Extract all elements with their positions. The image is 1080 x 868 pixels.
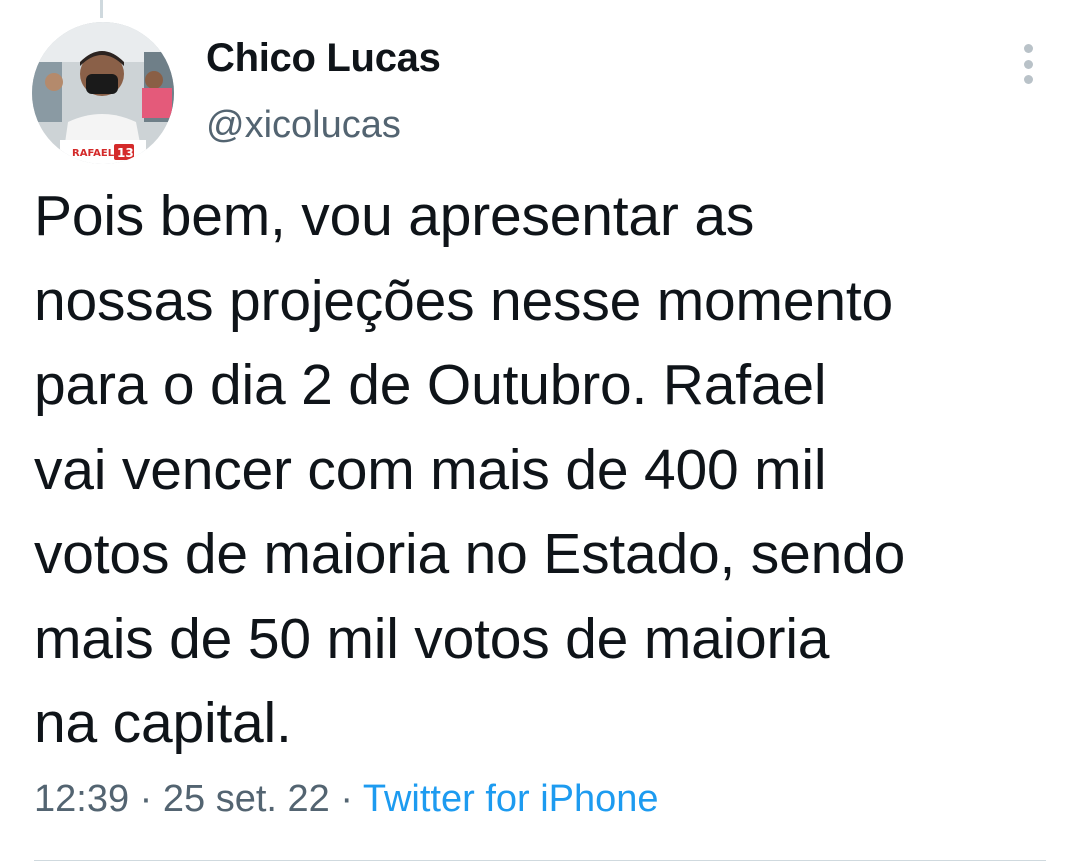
meta-separator: · (129, 778, 163, 820)
avatar-photo: RAFAEL 13 (32, 22, 174, 164)
avatar[interactable]: RAFAEL 13 (32, 22, 174, 164)
author-display-name[interactable]: Chico Lucas (206, 36, 441, 81)
meta-separator: · (329, 778, 363, 820)
tweet-date[interactable]: 25 set. 22 (163, 778, 330, 820)
tweet-metadata: 12:39 · 25 set. 22 · Twitter for iPhone (34, 778, 659, 821)
tweet-text: Pois bem, vou apresentar as nossas proje… (34, 184, 906, 755)
more-vertical-icon (1023, 44, 1033, 53)
more-vertical-icon-dot (1023, 75, 1033, 84)
avatar-badge-text: RAFAEL (72, 148, 115, 159)
avatar-badge-number: 13 (117, 146, 134, 160)
tweet-time[interactable]: 12:39 (34, 778, 129, 820)
tweet-source-link[interactable]: Twitter for iPhone (363, 778, 659, 820)
more-vertical-icon-dot (1023, 59, 1033, 69)
divider (34, 860, 1046, 861)
more-options-button[interactable] (1012, 40, 1044, 88)
author-handle[interactable]: @xicolucas (206, 104, 401, 147)
thread-connector-line (100, 0, 103, 18)
